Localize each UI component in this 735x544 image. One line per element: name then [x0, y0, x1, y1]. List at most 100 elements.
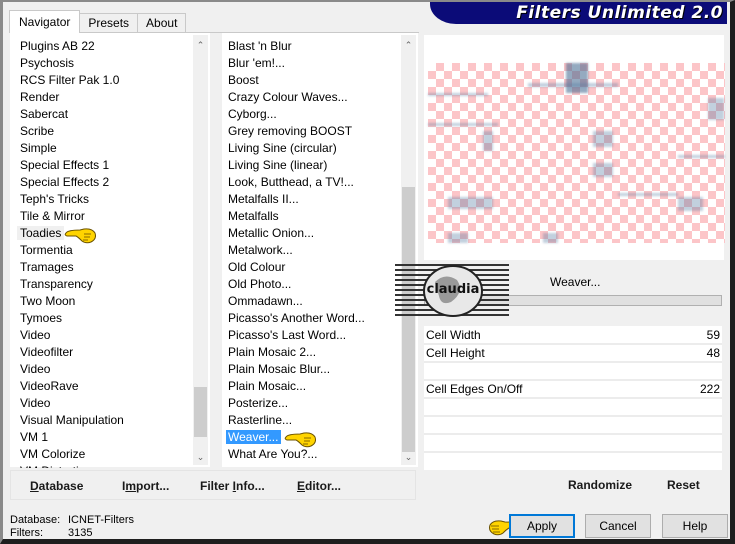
category-scrollbar[interactable]: ⌃ ⌄ — [193, 35, 208, 465]
list-item-label: VM Distortion — [20, 464, 92, 468]
list-item-label: Grey removing BOOST — [228, 124, 353, 138]
filter-item[interactable]: Blast 'n Blur — [222, 38, 401, 55]
filter-item[interactable]: Ommadawn... — [222, 293, 401, 310]
filter-item[interactable]: Picasso's Last Word... — [222, 327, 401, 344]
category-item[interactable]: Video — [10, 327, 193, 344]
list-item-label: Tormentia — [20, 243, 73, 257]
filter-item[interactable]: Plain Mosaic Blur... — [222, 361, 401, 378]
filter-scrollbar[interactable]: ⌃ ⌄ — [401, 35, 416, 465]
param-row[interactable]: Cell Width 59 — [424, 327, 722, 345]
list-item-label: Living Sine (circular) — [228, 141, 337, 155]
filter-item[interactable]: Old Colour — [222, 259, 401, 276]
list-item-label: Psychosis — [20, 56, 75, 70]
filter-list-panel: Blast 'n Blur Blur 'em!... Boost Crazy Colo… — [222, 33, 418, 467]
filter-item[interactable]: Metalfalls II... — [222, 191, 401, 208]
category-list[interactable]: Plugins AB 22 Psychosis RCS Filter Pak 1.0… — [10, 38, 193, 468]
param-row[interactable]: Cell Height 48 — [424, 345, 722, 363]
param-row[interactable]: Cell Edges On/Off 222 — [424, 381, 722, 399]
randomize-button[interactable]: Randomize — [568, 478, 632, 492]
category-item[interactable]: Transparency — [10, 276, 193, 293]
filter-list[interactable]: Blast 'n Blur Blur 'em!... Boost Crazy Colo… — [222, 38, 401, 468]
filter-item[interactable]: Living Sine (linear) — [222, 157, 401, 174]
category-item[interactable]: Scribe — [10, 123, 193, 140]
chevron-up-icon[interactable]: ⌃ — [401, 37, 416, 53]
list-item-label: Render — [20, 90, 60, 104]
category-item[interactable]: VM Colorize — [10, 446, 193, 463]
filter-item[interactable]: Rasterline... — [222, 412, 401, 429]
list-item-label: Plain Mosaic... — [228, 379, 307, 393]
filter-item[interactable]: Look, Butthead, a TV!... — [222, 174, 401, 191]
category-item[interactable]: Simple — [10, 140, 193, 157]
database-button[interactable]: Database — [30, 479, 83, 493]
chevron-up-icon[interactable]: ⌃ — [193, 37, 208, 53]
category-item[interactable]: Two Moon — [10, 293, 193, 310]
chevron-down-icon[interactable]: ⌄ — [193, 449, 208, 465]
list-item-label: Blast 'n Blur — [228, 39, 292, 53]
import-button[interactable]: Import... — [122, 479, 169, 493]
category-item[interactable]: Videofilter — [10, 344, 193, 361]
filters-count: 3135 — [68, 527, 93, 539]
category-item[interactable]: Tile & Mirror — [10, 208, 193, 225]
tab-presets[interactable]: Presets — [79, 13, 139, 33]
category-item[interactable]: Plugins AB 22 — [10, 38, 193, 55]
filter-item[interactable]: Old Photo... — [222, 276, 401, 293]
filter-item[interactable]: Metalwork... — [222, 242, 401, 259]
filter-item[interactable]: Posterize... — [222, 395, 401, 412]
category-item[interactable]: Tymoes — [10, 310, 193, 327]
app-title-banner: Filters Unlimited 2.0 — [430, 2, 727, 24]
chevron-down-icon[interactable]: ⌄ — [401, 449, 416, 465]
filter-item[interactable]: Crazy Colour Waves... — [222, 89, 401, 106]
list-item-label: Tramages — [20, 260, 74, 274]
category-item[interactable]: Special Effects 2 — [10, 174, 193, 191]
filter-info-button[interactable]: Filter Info... — [200, 479, 265, 493]
filter-item[interactable]: Grey removing BOOST — [222, 123, 401, 140]
list-item-label: Picasso's Last Word... — [228, 328, 347, 342]
category-item[interactable]: Video — [10, 361, 193, 378]
filter-item[interactable]: Blur 'em!... — [222, 55, 401, 72]
filter-item[interactable]: Plain Mosaic 2... — [222, 344, 401, 361]
param-value: 48 — [706, 346, 720, 360]
category-item[interactable]: Render — [10, 89, 193, 106]
list-item-label: Cyborg... — [228, 107, 277, 121]
category-item[interactable]: Tramages — [10, 259, 193, 276]
category-item[interactable]: VM 1 — [10, 429, 193, 446]
filters-key: Filters: — [10, 527, 43, 539]
category-item[interactable]: Visual Manipulation — [10, 412, 193, 429]
tab-about[interactable]: About — [137, 13, 187, 33]
pointing-hand-icon — [284, 432, 316, 448]
category-item[interactable]: Special Effects 1 — [10, 157, 193, 174]
category-item[interactable]: VideoRave — [10, 378, 193, 395]
help-button[interactable]: Help — [662, 514, 728, 538]
category-list-panel: Plugins AB 22 Psychosis RCS Filter Pak 1.0… — [10, 33, 210, 468]
filter-item[interactable]: Metallic Onion... — [222, 225, 401, 242]
filter-item[interactable]: Boost — [222, 72, 401, 89]
editor-button[interactable]: Editor... — [297, 479, 341, 493]
list-item-label: Plain Mosaic Blur... — [228, 362, 331, 376]
category-item[interactable]: Sabercat — [10, 106, 193, 123]
category-item[interactable]: Tormentia — [10, 242, 193, 259]
category-item[interactable]: Toadies — [10, 225, 193, 242]
tab-navigator[interactable]: Navigator — [9, 10, 81, 33]
filter-item[interactable]: Living Sine (circular) — [222, 140, 401, 157]
filter-item[interactable]: Picasso's Another Word... — [222, 310, 401, 327]
filter-item[interactable]: Metalfalls — [222, 208, 401, 225]
database-value: ICNET-Filters — [68, 514, 134, 526]
list-item-label: Posterize... — [228, 396, 289, 410]
category-item[interactable]: RCS Filter Pak 1.0 — [10, 72, 193, 89]
category-item[interactable]: VM Distortion — [10, 463, 193, 468]
apply-button[interactable]: Apply — [509, 514, 575, 538]
cancel-button[interactable]: Cancel — [585, 514, 651, 538]
tab-bar: Navigator Presets About — [9, 9, 187, 33]
reset-button[interactable]: Reset — [667, 478, 700, 492]
list-item-label: Toadies — [17, 226, 65, 240]
list-item-label: VideoRave — [20, 379, 79, 393]
category-scroll-thumb[interactable] — [194, 387, 207, 437]
category-item[interactable]: Teph's Tricks — [10, 191, 193, 208]
filter-parameters: Cell Width 59 Cell Height 48 Cell Edges On/O… — [424, 326, 722, 470]
category-item[interactable]: Video — [10, 395, 193, 412]
filter-item[interactable]: Cyborg... — [222, 106, 401, 123]
category-item[interactable]: Psychosis — [10, 55, 193, 72]
filter-item[interactable]: Plain Mosaic... — [222, 378, 401, 395]
list-item-label: Tymoes — [20, 311, 63, 325]
list-item-label: Metalfalls — [228, 209, 279, 223]
